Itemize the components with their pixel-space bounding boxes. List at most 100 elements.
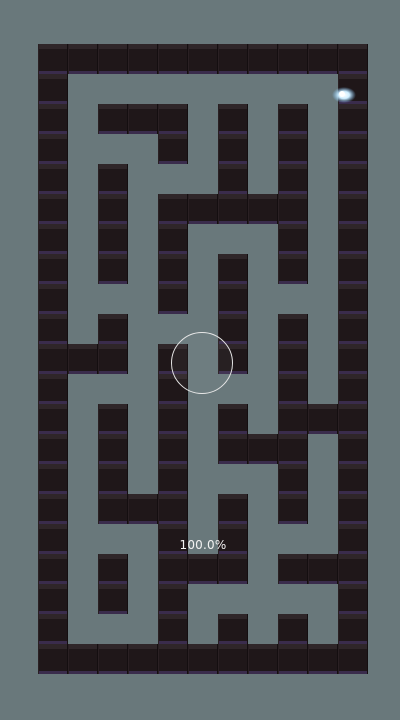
maze-wall-block <box>38 134 68 164</box>
maze-wall-block <box>98 344 128 374</box>
maze-wall-block <box>308 44 338 74</box>
maze-wall-block <box>158 554 188 584</box>
maze-wall-block <box>38 224 68 254</box>
maze-wall-block <box>38 344 68 374</box>
maze-wall-block <box>38 74 68 104</box>
maze-wall-block <box>38 464 68 494</box>
maze-wall-block <box>218 134 248 164</box>
maze-wall-block <box>278 314 308 344</box>
maze-wall-block <box>158 134 188 164</box>
maze-wall-block <box>278 614 308 644</box>
maze-wall-block <box>278 134 308 164</box>
maze-wall-block <box>98 44 128 74</box>
maze-wall-block <box>98 434 128 464</box>
maze-wall-block <box>338 224 368 254</box>
maze-wall-block <box>278 464 308 494</box>
maze-wall-block <box>338 614 368 644</box>
maze-wall-block <box>68 344 98 374</box>
maze-wall-block <box>38 434 68 464</box>
maze-wall-block <box>278 644 308 674</box>
maze-wall-block <box>338 554 368 584</box>
maze-wall-block <box>38 44 68 74</box>
maze-wall-block <box>98 194 128 224</box>
maze-wall-block <box>278 554 308 584</box>
maze-wall-block <box>338 344 368 374</box>
maze-wall-block <box>98 584 128 614</box>
maze-wall-block <box>188 194 218 224</box>
maze-wall-block <box>278 254 308 284</box>
maze-wall-block <box>158 104 188 134</box>
maze-wall-block <box>218 164 248 194</box>
maze-wall-block <box>98 644 128 674</box>
maze-wall-block <box>38 554 68 584</box>
maze-wall-block <box>98 254 128 284</box>
maze-wall-block <box>278 344 308 374</box>
maze-wall-block <box>278 404 308 434</box>
maze-wall-block <box>158 44 188 74</box>
maze-wall-block <box>218 284 248 314</box>
virtual-joystick-icon[interactable] <box>171 332 233 394</box>
maze-wall-block <box>338 434 368 464</box>
maze-wall-block <box>218 194 248 224</box>
maze-wall-block <box>38 404 68 434</box>
maze-wall-block <box>338 104 368 134</box>
maze-wall-block <box>158 434 188 464</box>
maze-wall-block <box>338 164 368 194</box>
maze-wall-block <box>98 554 128 584</box>
maze-wall-block <box>158 644 188 674</box>
maze-wall-block <box>338 44 368 74</box>
maze-wall-block <box>98 224 128 254</box>
maze-wall-block <box>338 194 368 224</box>
maze-wall-block <box>98 494 128 524</box>
maze-wall-block <box>188 644 218 674</box>
maze-wall-block <box>38 254 68 284</box>
maze-wall-block <box>128 44 158 74</box>
maze-wall-block <box>98 404 128 434</box>
maze-wall-block <box>98 464 128 494</box>
maze-wall-block <box>248 644 278 674</box>
maze-wall-block <box>338 464 368 494</box>
maze-wall-block <box>218 554 248 584</box>
maze-wall-block <box>38 314 68 344</box>
maze-wall-block <box>308 404 338 434</box>
maze-wall-block <box>278 44 308 74</box>
maze-wall-block <box>158 614 188 644</box>
maze-wall-block <box>158 584 188 614</box>
maze-wall-block <box>38 104 68 134</box>
maze-wall-block <box>278 494 308 524</box>
maze-wall-block <box>38 284 68 314</box>
maze-wall-block <box>38 374 68 404</box>
maze-wall-block <box>308 644 338 674</box>
maze-wall-block <box>278 434 308 464</box>
maze-wall-block <box>338 404 368 434</box>
maze-wall-block <box>218 254 248 284</box>
maze-wall-block <box>218 434 248 464</box>
maze-wall-block <box>338 524 368 554</box>
maze-wall-block <box>38 644 68 674</box>
maze-wall-block <box>38 614 68 644</box>
maze-wall-block <box>38 524 68 554</box>
maze-wall-block <box>338 284 368 314</box>
maze-wall-block <box>278 374 308 404</box>
maze-wall-block <box>38 194 68 224</box>
maze-wall-block <box>338 254 368 284</box>
maze-wall-block <box>158 284 188 314</box>
maze-wall-block <box>68 644 98 674</box>
maze-wall-block <box>218 644 248 674</box>
maze-wall-block <box>338 584 368 614</box>
maze-wall-block <box>188 44 218 74</box>
maze-wall-block <box>218 614 248 644</box>
maze-wall-block <box>38 584 68 614</box>
maze-wall-block <box>38 494 68 524</box>
maze-wall-block <box>128 494 158 524</box>
maze-wall-block <box>248 44 278 74</box>
progress-percentage: 100.0% <box>179 538 227 552</box>
maze-wall-block <box>188 554 218 584</box>
maze-wall-block <box>158 494 188 524</box>
maze-wall-block <box>38 164 68 194</box>
maze-wall-block <box>248 434 278 464</box>
maze-wall-block <box>158 194 188 224</box>
maze-wall-block <box>338 644 368 674</box>
maze-wall-block <box>278 164 308 194</box>
maze-wall-block <box>218 44 248 74</box>
